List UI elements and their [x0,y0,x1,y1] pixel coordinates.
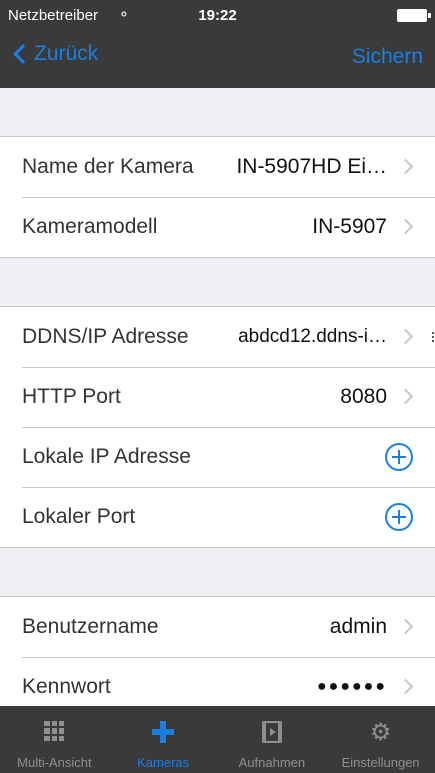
local-port-label: Lokaler Port [22,505,136,528]
chevron-right-icon [397,388,414,405]
tab-cameras[interactable]: Kameras [109,706,218,773]
add-circle-icon[interactable] [385,503,413,531]
camera-name-value: IN-5907HD Ei… [236,155,387,178]
clock-time: 19:22 [198,7,237,24]
http-port-row[interactable]: HTTP Port 8080 [0,367,435,427]
back-button[interactable]: Zurück [10,42,98,66]
chevron-left-icon [13,44,33,64]
tab-label: Aufnahmen [238,755,306,770]
ddns-address-row[interactable]: DDNS/IP Adresse abdcd12.ddns-i… [0,307,435,367]
tab-settings[interactable]: ⚙ Einstellungen [326,706,435,773]
username-value: admin [329,615,387,638]
password-row[interactable]: Kennwort ●●●●●● [0,657,435,706]
tab-recordings[interactable]: Aufnahmen [218,706,327,773]
local-port-row[interactable]: Lokaler Port [0,487,435,547]
chevron-right-icon [397,328,414,345]
chevron-right-icon [397,158,414,175]
ddns-address-value: abdcd12.ddns-i… [238,326,387,347]
local-ip-row[interactable]: Lokale IP Adresse [0,427,435,487]
camera-info-group: Name der Kamera IN-5907HD Ei… Kameramode… [0,136,435,258]
http-port-label: HTTP Port [22,385,121,408]
tab-bar: Multi-Ansicht Kameras Aufnahmen ⚙ Einste… [0,706,435,773]
section-spacer [0,548,435,596]
chevron-right-icon [397,678,414,695]
camera-model-label: Kameramodell [22,215,158,238]
tab-label: Einstellungen [341,755,420,770]
ddns-address-label: DDNS/IP Adresse [22,325,189,348]
camera-name-label: Name der Kamera [22,155,194,178]
film-icon [261,721,282,743]
back-button-label: Zurück [34,42,99,65]
gear-icon: ⚙ [369,718,392,746]
camera-model-value: IN-5907 [312,215,387,238]
save-button[interactable]: Sichern [352,45,423,69]
username-label: Benutzername [22,615,159,638]
tab-multi-view[interactable]: Multi-Ansicht [0,706,109,773]
password-label: Kennwort [22,675,111,698]
grid-icon [44,721,65,741]
battery-icon [397,9,431,22]
section-spacer [0,258,435,306]
plus-icon [152,721,175,743]
chevron-right-icon [397,618,414,635]
http-port-value: 8080 [340,385,387,408]
camera-model-row[interactable]: Kameramodell IN-5907 [0,197,435,257]
password-value: ●●●●●● [317,678,387,695]
tab-label: Kameras [137,755,190,770]
network-group: DDNS/IP Adresse abdcd12.ddns-i… HTTP Por… [0,306,435,548]
status-bar: Netzbetreiber ⚬ 19:22 [0,0,435,30]
chevron-right-icon [397,218,414,235]
username-row[interactable]: Benutzername admin [0,597,435,657]
section-spacer [0,88,435,136]
navigation-bar: Zurück Sichern [0,30,435,88]
add-circle-icon[interactable] [385,443,413,471]
local-ip-label: Lokale IP Adresse [22,445,191,468]
tab-label: Multi-Ansicht [17,755,92,770]
credentials-group: Benutzername admin Kennwort ●●●●●● [0,596,435,706]
camera-settings-form[interactable]: Name der Kamera IN-5907HD Ei… Kameramode… [0,88,435,706]
camera-name-row[interactable]: Name der Kamera IN-5907HD Ei… [0,137,435,197]
